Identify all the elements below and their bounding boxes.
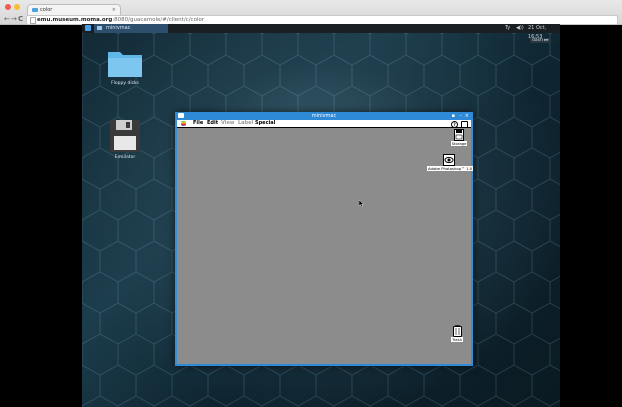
minivmac-window[interactable]: minivmac ▪ – × File Edit View Label Spec… [175, 112, 474, 366]
back-button[interactable]: ← [4, 14, 10, 24]
reload-button[interactable]: C [18, 14, 23, 24]
mouse-cursor-icon [359, 200, 364, 207]
mac-icon-label: Adobe Photoshop™ 1.0 [427, 166, 474, 171]
top-panel: minivmac Ty ◀)) 21 Oct, 16:53 [82, 24, 560, 40]
mac-icon-label: Trash [450, 337, 464, 342]
close-window-dot[interactable] [5, 4, 11, 10]
navigation-row: ← → C emu.museum.moma.org:8080/guacamole… [0, 14, 622, 25]
window-title: minivmac [311, 113, 337, 119]
trash-icon [452, 325, 462, 337]
menu-view[interactable]: View [221, 120, 235, 127]
window-icon [97, 26, 102, 30]
app-menu-icon[interactable] [85, 25, 91, 31]
desktop-icon-emulator[interactable]: Emulator [95, 120, 155, 164]
taskbar-item-label: minivmac [106, 25, 131, 31]
mac-icon-photoshop[interactable]: Adobe Photoshop™ 1.0 [427, 154, 474, 176]
user-indicator[interactable]: dash ▸▸ [530, 38, 551, 43]
apple-menu-icon[interactable] [181, 121, 186, 126]
page-icon [30, 17, 36, 24]
keyboard-indicator[interactable]: Ty [505, 24, 510, 33]
menu-file[interactable]: File [193, 120, 203, 127]
desktop-icon-floppy-disks[interactable]: Floppy disks [95, 48, 155, 92]
finder-menu-icon[interactable] [461, 121, 468, 128]
floppy-disk-icon [110, 120, 140, 152]
help-menu-icon[interactable]: ? [451, 121, 458, 128]
window-bottom-border [175, 364, 473, 366]
close-button[interactable]: × [465, 112, 469, 120]
remote-desktop[interactable]: minivmac Ty ◀)) 21 Oct, 16:53 dash ▸▸ Fl… [82, 24, 560, 407]
forward-button[interactable]: → [11, 14, 17, 24]
volume-icon[interactable]: ◀)) [516, 24, 524, 33]
pin-button[interactable]: ▪ [452, 112, 455, 120]
window-menu-icon[interactable] [178, 113, 184, 118]
mac-desktop[interactable]: File Edit View Label Special ? Storage A… [177, 120, 474, 364]
favicon-icon [32, 8, 38, 12]
url-host: emu.museum.moma.org [37, 17, 113, 23]
menu-label[interactable]: Label [238, 120, 253, 127]
mac-icon-storage[interactable]: Storage [449, 129, 469, 151]
taskbar-item-minivmac[interactable]: minivmac [94, 24, 168, 33]
mac-icon-trash[interactable]: Trash [447, 325, 467, 347]
menu-edit[interactable]: Edit [207, 120, 218, 127]
minimize-window-dot[interactable] [14, 4, 20, 10]
window-titlebar[interactable]: minivmac ▪ – × [175, 112, 473, 120]
minimize-button[interactable]: – [460, 112, 463, 120]
url-path: :8080/guacamole/#/client/c/color [112, 17, 205, 23]
mac-menubar: File Edit View Label Special ? [177, 120, 471, 128]
folder-icon [108, 52, 142, 77]
mac-icon-label: Storage [450, 141, 468, 146]
desktop-icon-label: Floppy disks [111, 81, 139, 86]
browser-chrome: color × ← → C emu.museum.moma.org:8080/g… [0, 0, 622, 25]
url-text: emu.museum.moma.org:8080/guacamole/#/cli… [37, 16, 204, 24]
clock[interactable]: 21 Oct, 16:53 [528, 24, 560, 40]
photoshop-eye-icon [443, 154, 455, 166]
menu-special[interactable]: Special [255, 120, 275, 127]
disk-icon [454, 129, 464, 141]
desktop-icon-label: Emulator [114, 155, 136, 160]
